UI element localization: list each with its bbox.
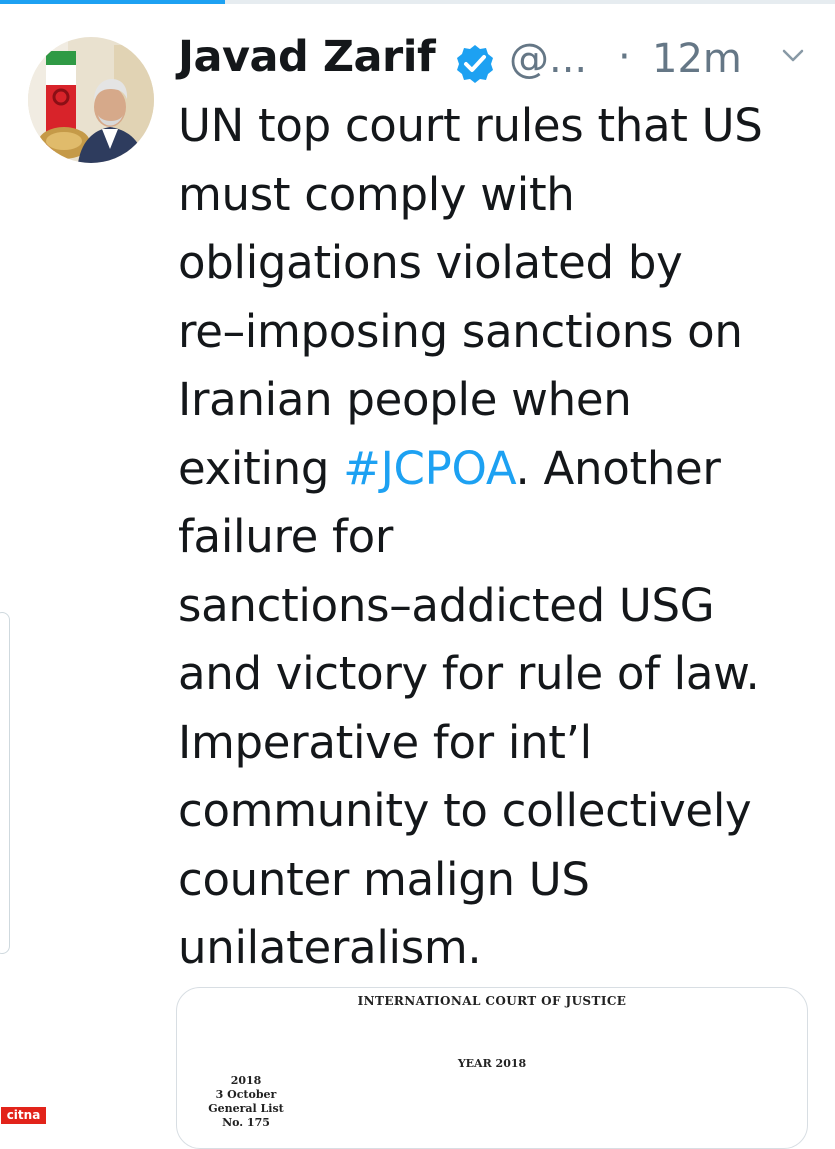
tweet-text-line: UN top court rules that US bbox=[178, 92, 818, 161]
verified-badge-icon bbox=[455, 44, 495, 84]
author-handle[interactable]: @... bbox=[509, 36, 587, 82]
avatar[interactable] bbox=[28, 37, 154, 163]
top-progress-fill bbox=[0, 0, 226, 4]
left-edge-panel bbox=[0, 612, 10, 954]
tweet-text-segment: Iranian people when bbox=[178, 373, 632, 426]
document-title: INTERNATIONAL COURT OF JUSTICE bbox=[357, 994, 627, 1008]
watermark-logo: citna bbox=[0, 1106, 47, 1125]
tweet-text: UN top court rules that US must comply wi… bbox=[178, 92, 818, 983]
tweet-text-line: Iranian people when bbox=[178, 366, 818, 435]
document-side-line: General List bbox=[208, 1102, 284, 1115]
tweet-text-segment: UN top court rules that US bbox=[178, 99, 763, 152]
tweet-text-line: exiting #JCPOA. Another bbox=[178, 435, 818, 504]
document-side-line: 3 October bbox=[215, 1088, 277, 1101]
document-side-line: 2018 bbox=[230, 1074, 262, 1087]
document-year: YEAR 2018 bbox=[457, 1057, 527, 1070]
document-side-block: 2018 3 October General List No. 175 bbox=[191, 1074, 301, 1130]
tweet-text-line: sanctions–addicted USG bbox=[178, 572, 818, 641]
hashtag-link[interactable]: #JCPOA bbox=[343, 442, 516, 495]
author-name[interactable]: Javad Zarif bbox=[178, 32, 436, 82]
tweet-text-segment: counter malign US bbox=[178, 852, 590, 906]
tweet-timestamp[interactable]: 12m bbox=[652, 36, 742, 82]
tweet-text-segment: . Another bbox=[515, 441, 721, 495]
tweet-text-line: and victory for rule of law. bbox=[178, 640, 818, 709]
tweet-text-segment: sanctions–addicted USG bbox=[178, 578, 715, 632]
tweet-text-line: obligations violated by bbox=[178, 229, 818, 298]
document-side-line: No. 175 bbox=[222, 1116, 270, 1129]
tweet-text-segment: must comply with bbox=[178, 167, 575, 221]
tweet-header: Javad Zarif @... · 12m bbox=[178, 28, 818, 94]
top-progress-bar bbox=[0, 0, 835, 4]
tweet-text-segment: and victory for rule of law. bbox=[178, 647, 760, 700]
tweet-text-line: must comply with bbox=[178, 161, 818, 230]
tweet-text-segment: community to collectively bbox=[178, 784, 752, 837]
tweet-text-segment: failure for bbox=[178, 510, 394, 563]
tweet-text-segment: unilateralism. bbox=[178, 921, 482, 974]
tweet-text-line: counter malign US bbox=[178, 846, 818, 915]
tweet-text-segment: obligations violated by bbox=[178, 236, 683, 289]
tweet-text-line: Imperative for int’l bbox=[178, 709, 818, 778]
tweet-text-line: community to collectively bbox=[178, 777, 818, 846]
tweet-text-line: unilateralism. bbox=[178, 914, 818, 983]
tweet-text-segment: exiting bbox=[178, 441, 344, 495]
tweet-text-segment: Imperative for int’l bbox=[178, 715, 592, 769]
chevron-down-icon[interactable] bbox=[780, 42, 806, 68]
avatar-photo bbox=[28, 37, 154, 163]
tweet-text-line: failure for bbox=[178, 503, 818, 572]
tweet-text-line: re–imposing sanctions on bbox=[178, 298, 818, 367]
tweet-text-segment: re–imposing sanctions on bbox=[178, 304, 743, 358]
header-separator: · bbox=[618, 34, 631, 80]
